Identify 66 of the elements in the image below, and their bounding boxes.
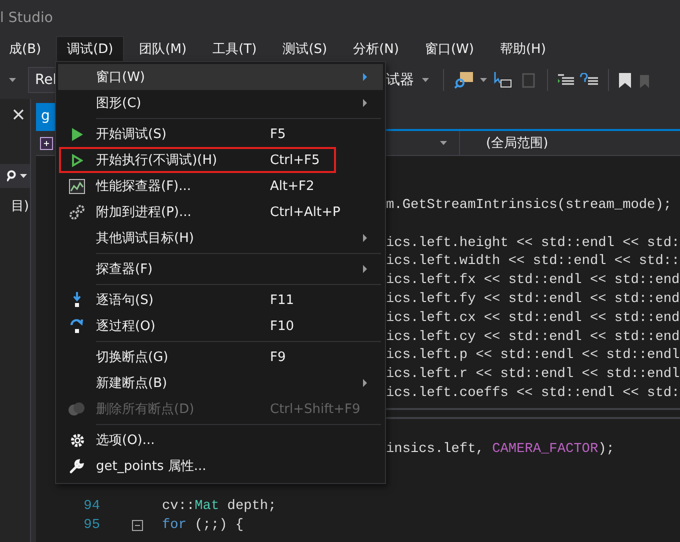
code-text: ics.left.cx << std::endl << std::end (386, 310, 680, 328)
code-text: insics.left, CAMERA_FACTOR); (386, 441, 614, 460)
pointer-box-icon[interactable] (493, 71, 513, 89)
code-text: m.GetStreamIntrinsics(stream_mode); (386, 197, 672, 215)
debugger-combo[interactable]: 试器 (386, 71, 433, 89)
menu-item[interactable]: 选项(O)... (58, 427, 383, 453)
gears-icon (69, 204, 85, 220)
caret-icon (480, 78, 487, 82)
play-icon (72, 128, 82, 140)
scope-combo[interactable]: (全局范围) (486, 134, 548, 152)
list-arrow-icon[interactable] (580, 73, 598, 87)
code-text: ics.left.p << std::endl << std::endl (386, 347, 680, 366)
menu-bar-item[interactable]: 团队(M) (128, 36, 198, 61)
menu-bar-item[interactable]: 测试(S) (272, 36, 338, 61)
settings-icon (70, 432, 84, 448)
menu-item[interactable]: 附加到进程(P)... Ctrl+Alt+P (58, 199, 383, 225)
menu-item[interactable]: 切换断点(G) F9 (58, 344, 383, 370)
menu-item[interactable]: 开始执行(不调试)(H) Ctrl+F5 (58, 147, 383, 173)
code-text: ics.left.cy << std::endl << std::end (386, 328, 680, 347)
menu-bar-item[interactable]: 调试(D) (56, 36, 124, 61)
caret-icon (440, 141, 447, 145)
step-into-icon (72, 292, 82, 308)
menu-item[interactable]: 窗口(W) (58, 64, 383, 90)
caret-icon (8, 78, 16, 82)
play-outline-icon (72, 154, 82, 166)
menu-item[interactable]: get_points 属性... (58, 453, 383, 479)
code-text: ics.left.fx << std::endl << std::end (386, 272, 680, 290)
code-text: ics.left.width << std::endl << std:: (386, 253, 680, 272)
window-title: l Studio (0, 10, 53, 26)
collapse-icon[interactable] (132, 520, 143, 532)
close-icon[interactable] (13, 108, 24, 120)
project-icon (40, 136, 53, 150)
document-tab[interactable]: g (36, 103, 55, 129)
line-number: 95 (82, 516, 101, 535)
search-icon (7, 170, 17, 182)
bookmark-icon[interactable] (619, 72, 631, 88)
menu-item[interactable]: 逐过程(O) F10 (58, 313, 383, 339)
wrench-icon (69, 458, 85, 474)
code-text: ics.left.height << std::endl << std: (386, 234, 680, 253)
caret-icon (20, 174, 27, 178)
code-text: ics.left.fy << std::endl << std::end (386, 290, 680, 309)
menu-bar-item[interactable]: 窗口(W) (414, 36, 485, 61)
menu-bar-item[interactable]: 成(B) (0, 36, 52, 61)
tree-item[interactable]: 目) (0, 197, 30, 215)
code-text: ics.left.r << std::endl << std::endl (386, 366, 680, 384)
search-field[interactable] (0, 164, 30, 188)
caret-icon (422, 78, 429, 82)
menu-item[interactable]: 其他调试目标(H) (58, 225, 383, 251)
code-text: ics.left.coeffs << std::endl << std: (386, 384, 680, 403)
menu-item[interactable]: 逐语句(S) F11 (58, 287, 383, 313)
menu-item[interactable]: 新建断点(B) (58, 370, 383, 396)
menu-item[interactable]: 探查器(F) (58, 256, 383, 282)
menu-item[interactable]: 性能探查器(F)... Alt+F2 (58, 173, 383, 199)
menu-item[interactable]: 图形(C) (58, 90, 383, 116)
line-number: 94 (82, 498, 101, 516)
menu-bar-item[interactable]: 工具(T) (202, 36, 268, 61)
code-text: for (;;) { (162, 516, 244, 535)
menu-bar-item[interactable]: 帮助(H) (488, 36, 557, 61)
step-over-icon (70, 318, 84, 334)
list-icon[interactable] (558, 73, 574, 87)
code-text: cv::Mat depth; (162, 498, 276, 516)
chart-icon (69, 178, 85, 194)
menu-item[interactable]: 开始调试(S) F5 (58, 121, 383, 147)
menu-bar-item[interactable]: 分析(N) (342, 36, 410, 61)
breakpoints-icon (68, 402, 86, 416)
folder-search-icon[interactable] (454, 71, 474, 89)
